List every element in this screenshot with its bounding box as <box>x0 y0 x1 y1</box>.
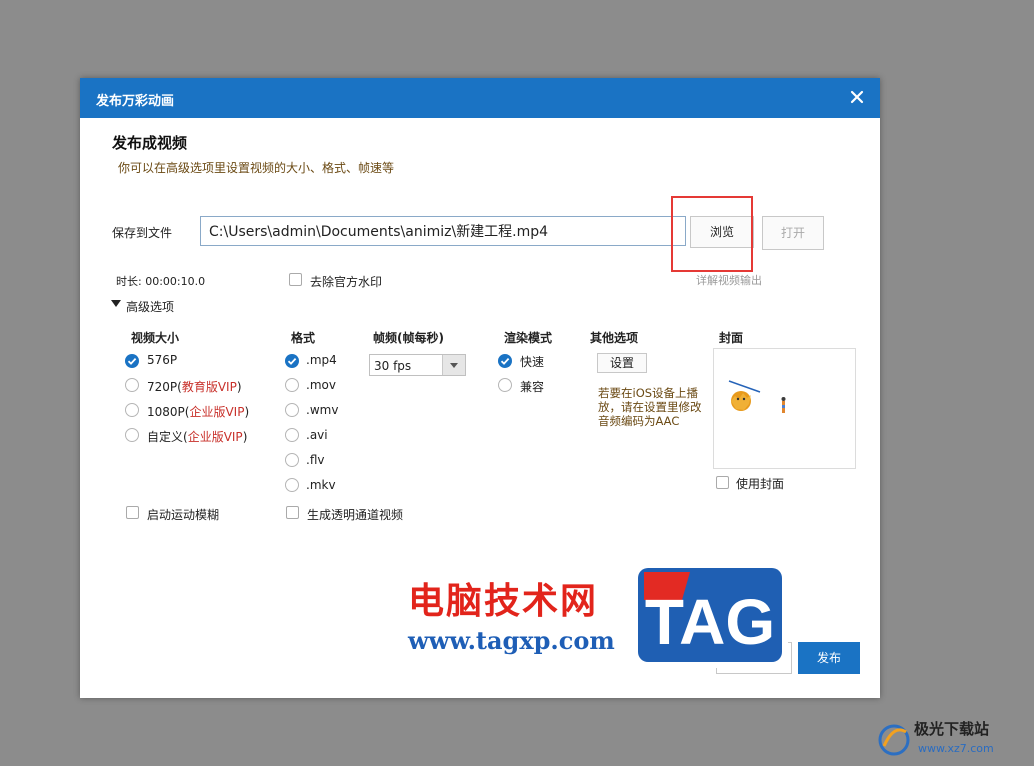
save-path-input[interactable] <box>200 216 686 246</box>
radio-compatible[interactable] <box>498 378 512 392</box>
label-576p: 576P <box>147 353 178 367</box>
page-subtitle: 你可以在高级选项里设置视频的大小、格式、帧速等 <box>118 161 395 175</box>
watermark-site-name: 电脑技术网 <box>408 581 599 622</box>
radio-wmv[interactable] <box>285 403 299 417</box>
dropdown-arrow[interactable] <box>442 355 465 375</box>
dialog-title: 发布万彩动画 <box>96 94 175 109</box>
label-compatible: 兼容 <box>520 380 545 394</box>
label-fast: 快速 <box>520 355 545 369</box>
check-icon <box>287 357 297 365</box>
label-720p: 720P(教育版VIP) <box>147 380 242 394</box>
publish-button[interactable]: 发布 <box>798 642 860 674</box>
corner-logo-name: 极光下载站 <box>914 720 989 738</box>
label-flv: .flv <box>306 453 325 467</box>
use-cover-label: 使用封面 <box>736 477 785 491</box>
save-to-file-label: 保存到文件 <box>112 226 173 240</box>
radio-avi[interactable] <box>285 428 299 442</box>
fps-select[interactable]: 30 fps <box>369 354 466 376</box>
label-mkv: .mkv <box>306 478 336 492</box>
settings-button[interactable]: 设置 <box>597 353 647 373</box>
radio-mov[interactable] <box>285 378 299 392</box>
label-avi: .avi <box>306 428 328 442</box>
label-custom: 自定义(企业版VIP) <box>147 430 248 444</box>
highlight-box <box>671 196 753 272</box>
watermark-url-band: www.tagxp.com <box>400 620 650 660</box>
close-icon[interactable] <box>846 86 868 108</box>
duration-text: 时长: 00:00:10.0 <box>116 275 206 288</box>
render-mode-header: 渲染模式 <box>504 331 553 345</box>
tag-logo-text: TAG <box>645 586 775 658</box>
remove-watermark-label: 去除官方水印 <box>310 275 383 289</box>
ios-note: 若要在iOS设备上播放，请在设置里修改音频编码为AAC <box>598 386 702 428</box>
fps-header: 帧频(帧每秒) <box>373 331 444 345</box>
check-icon <box>127 357 137 365</box>
remove-watermark-checkbox[interactable] <box>289 273 302 286</box>
label-mov: .mov <box>306 378 336 392</box>
radio-1080p[interactable] <box>125 403 139 417</box>
radio-flv[interactable] <box>285 453 299 467</box>
format-header: 格式 <box>291 331 316 345</box>
radio-720p[interactable] <box>125 378 139 392</box>
cover-header: 封面 <box>719 331 744 345</box>
radio-576p[interactable] <box>125 354 139 368</box>
motion-blur-label: 启动运动模糊 <box>147 508 220 522</box>
other-options-header: 其他选项 <box>590 331 639 345</box>
chevron-down-icon <box>450 363 458 368</box>
alpha-video-label: 生成透明通道视频 <box>307 508 404 522</box>
cover-thumbnail-image <box>728 380 786 413</box>
video-size-header: 视频大小 <box>131 331 180 345</box>
dialog-titlebar: 发布万彩动画 <box>80 78 880 118</box>
advanced-options-toggle[interactable]: 高级选项 <box>126 298 174 315</box>
check-icon <box>500 357 510 365</box>
motion-blur-checkbox[interactable] <box>126 506 139 519</box>
alpha-video-checkbox[interactable] <box>286 506 299 519</box>
radio-mp4[interactable] <box>285 354 299 368</box>
video-output-help-link[interactable]: 详解视频输出 <box>696 272 762 288</box>
tag-logo-icon: TAG <box>632 562 788 668</box>
label-1080p: 1080P(企业版VIP) <box>147 405 250 419</box>
radio-fast[interactable] <box>498 354 512 368</box>
label-mp4: .mp4 <box>306 353 337 367</box>
label-wmv: .wmv <box>306 403 339 417</box>
radio-mkv[interactable] <box>285 478 299 492</box>
fps-value: 30 fps <box>374 359 412 373</box>
use-cover-checkbox[interactable] <box>716 476 729 489</box>
caret-down-icon[interactable] <box>111 300 121 308</box>
open-button[interactable]: 打开 <box>762 216 824 250</box>
cover-preview[interactable] <box>713 348 856 469</box>
page-heading: 发布成视频 <box>112 134 188 152</box>
watermark-url: www.tagxp.com <box>408 626 615 655</box>
corner-logo-url: www.xz7.com <box>918 742 994 755</box>
corner-logo-icon: 极光下载站 www.xz7.com <box>878 720 994 756</box>
radio-custom[interactable] <box>125 428 139 442</box>
